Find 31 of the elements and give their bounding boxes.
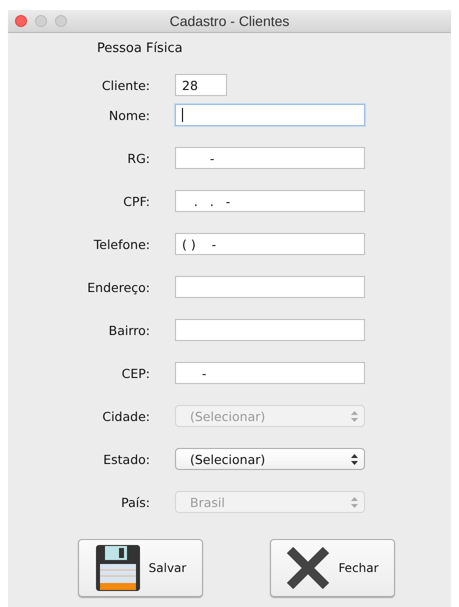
field-label: CPF: [122, 194, 150, 208]
window-title: Cadastro - Clientes [170, 13, 290, 29]
field-label: RG: [126, 150, 150, 166]
close-icon [286, 546, 330, 590]
stepper-arrows-icon [351, 410, 358, 422]
zoom-button[interactable] [55, 15, 67, 27]
text-field[interactable]: ( ) - [175, 233, 365, 255]
field-label: Telefone: [92, 236, 150, 252]
field-label: Nome: [108, 108, 150, 122]
close-button[interactable]: Fechar [270, 539, 395, 597]
text-field[interactable] [175, 276, 365, 298]
field-label: Cidade: [101, 408, 150, 424]
text-field[interactable]: - [175, 147, 365, 169]
field-label: CEP: [120, 366, 150, 380]
minimize-button[interactable] [35, 15, 47, 27]
save-button[interactable]: Salvar [78, 539, 203, 597]
text-field[interactable]: . . - [175, 190, 365, 212]
text-field[interactable] [175, 104, 365, 126]
text-field[interactable]: 28 [175, 74, 227, 96]
dropdown[interactable]: (Selecionar) [175, 448, 365, 470]
stepper-arrows-icon [351, 454, 358, 464]
section-heading: Pessoa Física [97, 41, 184, 56]
stepper-arrows-icon [351, 496, 358, 508]
field-label: Endereço: [86, 280, 150, 294]
field-label: Cliente: [100, 78, 150, 92]
close-window-button[interactable] [15, 15, 27, 27]
field-label: Estado: [102, 452, 150, 466]
text-field[interactable] [175, 319, 365, 341]
field-label: Bairro: [108, 322, 150, 338]
field-label: País: [120, 494, 150, 510]
text-field[interactable]: - [175, 362, 365, 384]
